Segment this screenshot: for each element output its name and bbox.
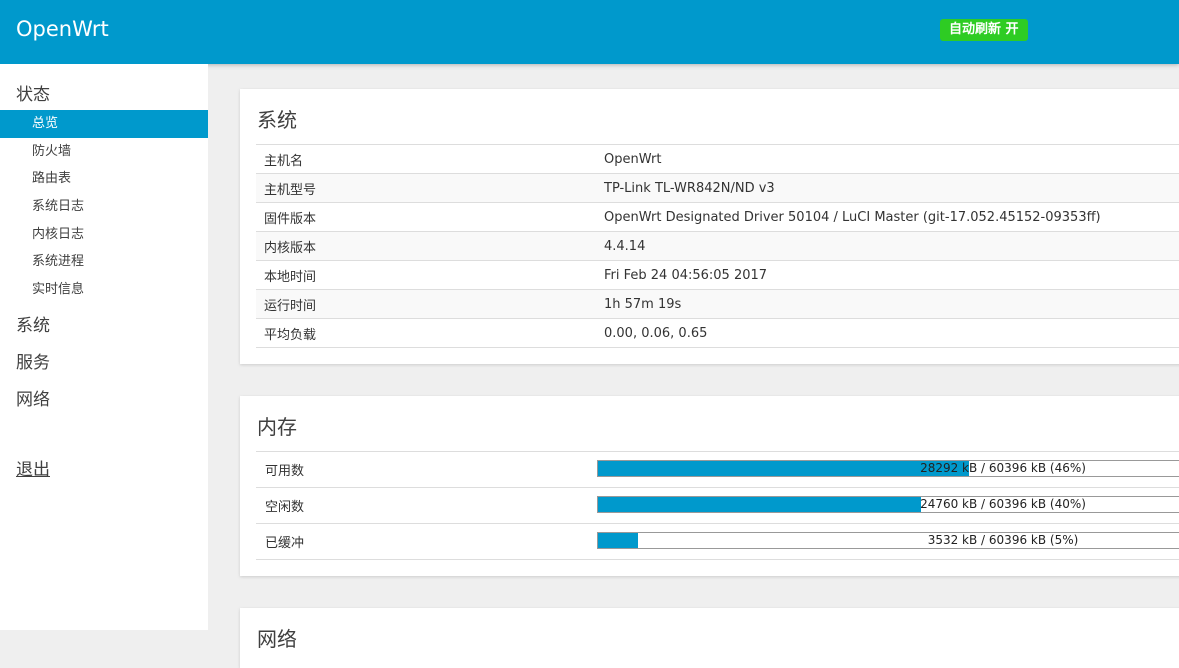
table-row: 平均负载 0.00, 0.06, 0.65 (256, 318, 1179, 348)
menu-status[interactable]: 状态 (16, 80, 50, 105)
menu-item-realtime[interactable]: 实时信息 (0, 276, 208, 304)
sidebar: 状态 总览 防火墙 路由表 系统日志 内核日志 系统进程 实时信息 系统 服务 … (0, 64, 208, 630)
memory-card: 内存 可用数 28292 kB / 60396 kB (46%) 空闲数 247… (240, 396, 1179, 576)
menu-item-overview[interactable]: 总览 (0, 110, 208, 138)
menu-system[interactable]: 系统 (16, 311, 50, 336)
memory-row-key: 空闲数 (265, 500, 305, 515)
memory-progress-bar: 3532 kB / 60396 kB (5%) (597, 532, 1179, 549)
memory-progress-text: 28292 kB / 60396 kB (46%) (920, 461, 1086, 475)
row-key: 本地时间 (256, 260, 596, 290)
top-header: OpenWrt 自动刷新 开 (0, 0, 1179, 64)
table-row: 主机名 OpenWrt (256, 144, 1179, 174)
menu-services[interactable]: 服务 (16, 348, 50, 373)
menu-network[interactable]: 网络 (16, 385, 50, 410)
row-value: OpenWrt Designated Driver 50104 / LuCI M… (596, 202, 1179, 232)
table-row: 运行时间 1h 57m 19s (256, 289, 1179, 319)
row-key: 主机型号 (256, 173, 596, 203)
row-value: TP-Link TL-WR842N/ND v3 (596, 173, 1179, 203)
row-key: 主机名 (256, 144, 596, 174)
memory-row: 空闲数 24760 kB / 60396 kB (40%) (256, 487, 1179, 523)
table-row: 本地时间 Fri Feb 24 04:56:05 2017 (256, 260, 1179, 290)
menu-item-kernel-log[interactable]: 内核日志 (0, 221, 208, 249)
memory-row-key: 已缓冲 (265, 536, 305, 551)
network-card-title: 网络 (257, 627, 297, 651)
memory-progress-bar: 28292 kB / 60396 kB (46%) (597, 460, 1179, 477)
row-key: 运行时间 (256, 289, 596, 319)
menu-item-system-log[interactable]: 系统日志 (0, 193, 208, 221)
auto-refresh-toggle[interactable]: 自动刷新 开 (940, 19, 1028, 41)
row-key: 平均负载 (256, 318, 596, 348)
memory-row: 可用数 28292 kB / 60396 kB (46%) (256, 451, 1179, 487)
memory-row-key: 可用数 (265, 464, 305, 479)
row-value: Fri Feb 24 04:56:05 2017 (596, 260, 1179, 290)
system-card-title: 系统 (257, 108, 297, 132)
row-value: 4.4.14 (596, 231, 1179, 261)
system-info-table: 主机名 OpenWrt 主机型号 TP-Link TL-WR842N/ND v3 固… (256, 144, 1179, 348)
row-value: 1h 57m 19s (596, 289, 1179, 319)
memory-row: 已缓冲 3532 kB / 60396 kB (5%) (256, 523, 1179, 560)
logout-link[interactable]: 退出 (16, 455, 50, 480)
memory-card-title: 内存 (257, 415, 297, 439)
memory-progress-text: 3532 kB / 60396 kB (5%) (927, 533, 1079, 547)
memory-progress-bar: 24760 kB / 60396 kB (40%) (597, 496, 1179, 513)
network-card: 网络 (240, 608, 1179, 668)
menu-item-routes[interactable]: 路由表 (0, 165, 208, 193)
row-key: 固件版本 (256, 202, 596, 232)
brand-title[interactable]: OpenWrt (16, 17, 109, 41)
table-row: 固件版本 OpenWrt Designated Driver 50104 / Lu… (256, 202, 1179, 232)
memory-progress-text: 24760 kB / 60396 kB (40%) (920, 497, 1086, 511)
row-value: 0.00, 0.06, 0.65 (596, 318, 1179, 348)
row-key: 内核版本 (256, 231, 596, 261)
menu-item-processes[interactable]: 系统进程 (0, 248, 208, 276)
table-row: 主机型号 TP-Link TL-WR842N/ND v3 (256, 173, 1179, 203)
row-value: OpenWrt (596, 144, 1179, 174)
system-card: 系统 主机名 OpenWrt 主机型号 TP-Link TL-WR842N/ND v… (240, 89, 1179, 364)
table-row: 内核版本 4.4.14 (256, 231, 1179, 261)
menu-item-firewall[interactable]: 防火墙 (0, 138, 208, 166)
